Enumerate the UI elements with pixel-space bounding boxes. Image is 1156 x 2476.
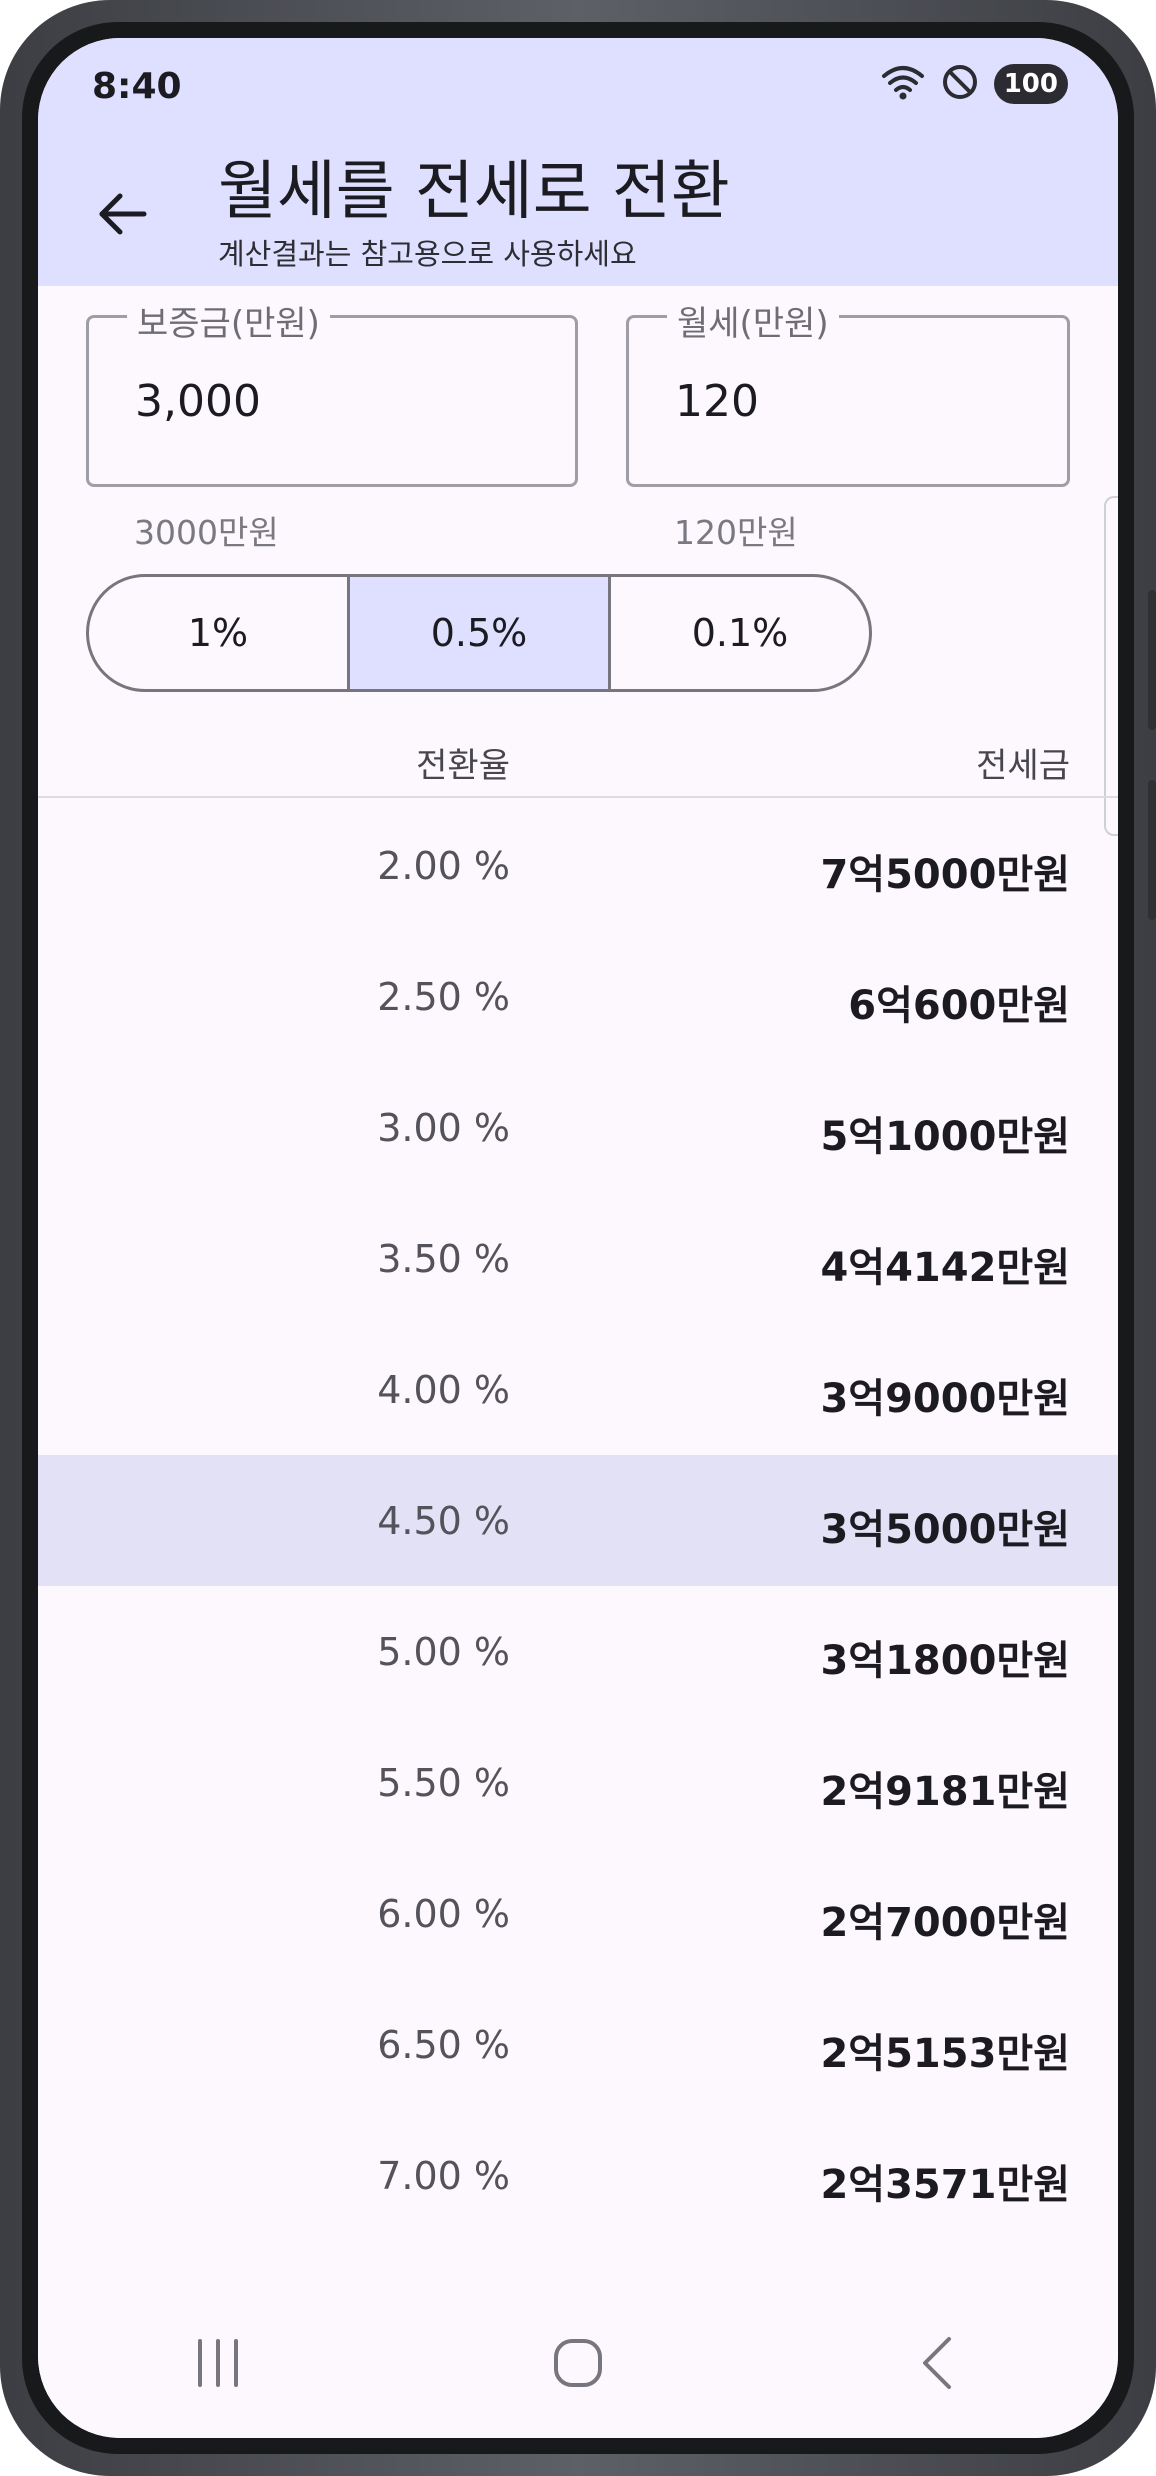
row-rate: 2.50 % [377, 975, 510, 1019]
table-header: 전환율 전세금 [38, 718, 1118, 798]
deposit-label: 보증금(만원) [127, 296, 330, 345]
volume-button [1148, 590, 1156, 730]
row-amount: 2억5153만원 [820, 2031, 1070, 2077]
row-rate: 3.00 % [377, 1106, 510, 1150]
deposit-value[interactable]: 3,000 [135, 376, 261, 427]
row-rate: 4.00 % [377, 1368, 510, 1412]
arrow-left-icon [99, 193, 147, 235]
screen: 8:40 100 월세를 전세로 전환 계산결과는 참고용으로 사용하세요 보증… [38, 38, 1118, 2438]
back-icon [923, 2337, 951, 2389]
row-amount: 5억1000만원 [820, 1114, 1070, 1160]
page-subtitle: 계산결과는 참고용으로 사용하세요 [218, 237, 637, 271]
table-row[interactable]: 2.50 % 6억600만원 [38, 931, 1118, 1062]
row-rate: 5.50 % [377, 1761, 510, 1805]
row-amount: 2억3571만원 [820, 2162, 1070, 2208]
step-selector: 1% 0.5% 0.1% [86, 574, 872, 692]
back-button[interactable] [86, 178, 158, 250]
monthly-rent-value[interactable]: 120 [675, 376, 759, 427]
row-amount: 7억5000만원 [820, 852, 1070, 898]
row-rate: 3.50 % [377, 1237, 510, 1281]
deposit-helper: 3000만원 [134, 513, 279, 552]
status-time: 8:40 [92, 66, 182, 107]
result-list: 2.00 % 7억5000만원 2.50 % 6억600만원 3.00 % 5억… [38, 800, 1118, 2241]
table-row[interactable]: 2.00 % 7억5000만원 [38, 800, 1118, 931]
do-not-disturb-icon [940, 62, 980, 106]
row-rate: 2.00 % [377, 844, 510, 888]
monthly-rent-label: 월세(만원) [667, 296, 839, 345]
table-row[interactable]: 5.50 % 2억9181만원 [38, 1717, 1118, 1848]
table-row[interactable]: 7.00 % 2억3571만원 [38, 2110, 1118, 2241]
step-option-0-5[interactable]: 0.5% [347, 577, 608, 689]
phone-frame: 8:40 100 월세를 전세로 전환 계산결과는 참고용으로 사용하세요 보증… [0, 0, 1156, 2476]
table-row-highlighted[interactable]: 4.50 % 3억5000만원 [38, 1455, 1118, 1586]
home-icon [554, 2339, 602, 2387]
row-rate: 6.50 % [377, 2023, 510, 2067]
row-amount: 3억9000만원 [820, 1376, 1070, 1422]
page-title: 월세를 전세로 전환 [218, 155, 730, 229]
row-amount: 3억5000만원 [820, 1507, 1070, 1553]
wifi-icon [880, 62, 926, 106]
row-amount: 3억1800만원 [820, 1638, 1070, 1684]
row-amount: 2억9181만원 [820, 1769, 1070, 1815]
table-row[interactable]: 3.50 % 4억4142만원 [38, 1193, 1118, 1324]
table-row[interactable]: 4.00 % 3억9000만원 [38, 1324, 1118, 1455]
deposit-field[interactable]: 보증금(만원) 3,000 [86, 296, 578, 487]
amount-column-header: 전세금 [976, 746, 1070, 786]
row-rate: 7.00 % [377, 2154, 510, 2198]
step-option-0-1[interactable]: 0.1% [608, 577, 869, 689]
rate-column-header: 전환율 [416, 746, 510, 786]
monthly-rent-helper: 120만원 [674, 513, 798, 552]
app-header: 8:40 100 월세를 전세로 전환 계산결과는 참고용으로 사용하세요 [38, 38, 1118, 286]
recent-apps-icon [198, 2339, 238, 2387]
home-button[interactable] [508, 2313, 648, 2413]
nav-back-button[interactable] [868, 2313, 1008, 2413]
system-nav-bar [38, 2288, 1118, 2438]
row-amount: 6억600만원 [848, 983, 1070, 1029]
row-rate: 4.50 % [377, 1499, 510, 1543]
power-button [1148, 780, 1156, 920]
row-amount: 4억4142만원 [820, 1245, 1070, 1291]
step-option-1[interactable]: 1% [89, 577, 347, 689]
table-row[interactable]: 3.00 % 5억1000만원 [38, 1062, 1118, 1193]
table-row[interactable]: 5.00 % 3억1800만원 [38, 1586, 1118, 1717]
monthly-rent-field[interactable]: 월세(만원) 120 [626, 296, 1070, 487]
row-amount: 2억7000만원 [820, 1900, 1070, 1946]
battery-icon: 100 [993, 64, 1068, 104]
status-icons: 100 [880, 62, 1068, 106]
recent-apps-button[interactable] [148, 2313, 288, 2413]
table-row[interactable]: 6.50 % 2억5153만원 [38, 1979, 1118, 2110]
table-row[interactable]: 6.00 % 2억7000만원 [38, 1848, 1118, 1979]
row-rate: 5.00 % [377, 1630, 510, 1674]
row-rate: 6.00 % [377, 1892, 510, 1936]
